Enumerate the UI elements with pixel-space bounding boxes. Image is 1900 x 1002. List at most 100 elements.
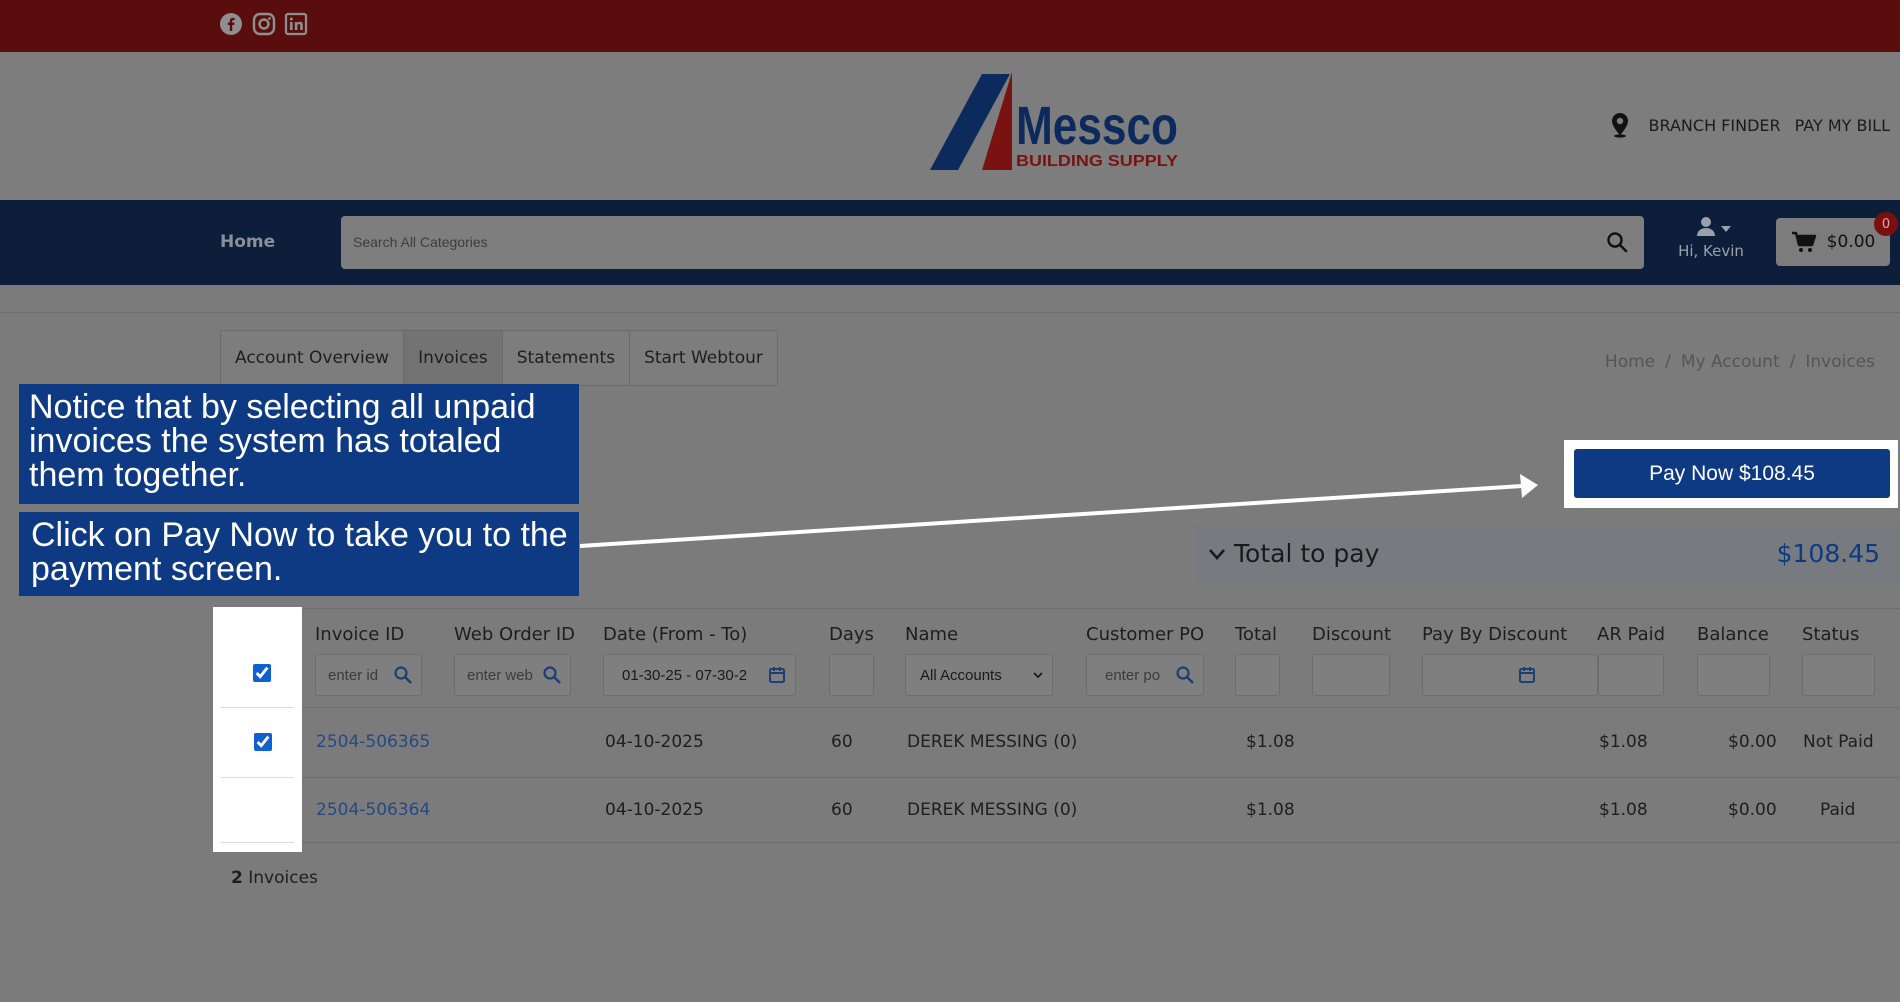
select-all-checkbox[interactable] — [253, 664, 271, 682]
tutorial-callout: Notice that by selecting all unpaid invo… — [19, 384, 579, 504]
search-bar — [341, 216, 1644, 269]
cart-icon — [1791, 231, 1816, 252]
user-greeting: Hi, Kevin — [1678, 242, 1744, 260]
name-filter[interactable]: All Accounts — [905, 654, 1053, 696]
checkbox-divider — [221, 777, 294, 778]
cart-total: $0.00 — [1826, 232, 1876, 252]
col-date-range: Date (From - To) — [603, 624, 748, 645]
content-divider — [0, 312, 1900, 313]
col-days: Days — [829, 624, 874, 645]
invoice-date: 04-10-2025 — [605, 732, 704, 752]
calendar-icon[interactable] — [767, 665, 787, 685]
balance-filter[interactable] — [1697, 654, 1770, 696]
web-order-filter — [454, 654, 571, 696]
facebook-icon[interactable] — [219, 12, 243, 36]
invoice-count-number: 2 — [231, 868, 243, 888]
social-bar — [0, 0, 1900, 52]
account-select[interactable]: All Accounts — [906, 655, 1052, 695]
total-label: Total to pay — [1234, 539, 1380, 568]
breadcrumb-separator: / — [1789, 352, 1796, 372]
search-icon[interactable] — [542, 665, 562, 685]
user-menu[interactable]: Hi, Kevin — [1672, 214, 1750, 270]
linkedin-icon[interactable] — [284, 12, 308, 36]
search-input[interactable] — [353, 230, 1553, 254]
cart-button[interactable]: $0.00 — [1776, 218, 1890, 266]
nav-home-link[interactable]: Home — [220, 232, 275, 252]
tab-account-overview[interactable]: Account Overview — [221, 331, 405, 385]
row-checkbox[interactable] — [254, 733, 272, 751]
invoice-balance: $0.00 — [1728, 732, 1777, 752]
cart-count-badge: 0 — [1874, 212, 1898, 236]
invoice-ar-paid: $1.08 — [1599, 800, 1648, 820]
row-divider — [220, 707, 1900, 708]
col-invoice-id: Invoice ID — [315, 624, 405, 645]
invoice-ar-paid: $1.08 — [1599, 732, 1648, 752]
tab-statements[interactable]: Statements — [503, 331, 631, 385]
invoice-balance: $0.00 — [1728, 800, 1777, 820]
tutorial-callout: Click on Pay Now to take you to the paym… — [19, 512, 579, 596]
messco-logo[interactable]: Messco BUILDING SUPPLY — [930, 66, 1182, 176]
breadcrumb-my-account[interactable]: My Account — [1681, 352, 1780, 372]
col-total: Total — [1235, 624, 1278, 645]
col-pay-by-discount: Pay By Discount — [1422, 624, 1568, 645]
col-web-order-id: Web Order ID — [454, 624, 576, 645]
breadcrumb-home[interactable]: Home — [1605, 352, 1655, 372]
calendar-icon[interactable] — [1517, 665, 1537, 685]
breadcrumb-separator: / — [1665, 352, 1671, 372]
invoice-count: 2 Invoices — [231, 868, 318, 888]
pay-now-button[interactable]: Pay Now $108.45 — [1574, 449, 1890, 498]
total-to-pay-bar[interactable]: Total to pay $108.45 — [1194, 525, 1900, 585]
col-ar-paid: AR Paid — [1597, 624, 1666, 645]
invoice-status: Not Paid — [1803, 732, 1874, 752]
row-divider — [220, 842, 1900, 843]
invoice-date: 04-10-2025 — [605, 800, 704, 820]
account-tabs: Account Overview Invoices Statements Sta… — [220, 330, 778, 386]
invoice-days: 60 — [831, 732, 853, 752]
table-top-border — [220, 608, 1900, 609]
invoice-status: Paid — [1820, 800, 1856, 820]
instagram-icon[interactable] — [252, 12, 276, 36]
days-filter[interactable] — [829, 654, 874, 696]
invoice-days: 60 — [831, 800, 853, 820]
checkbox-divider — [221, 842, 294, 843]
chevron-down-icon — [1209, 549, 1225, 560]
logo-tagline: BUILDING SUPPLY — [1016, 153, 1178, 170]
col-name: Name — [905, 624, 959, 645]
invoice-link[interactable]: 2504-506365 — [316, 732, 430, 752]
invoice-name: DEREK MESSING (0) — [907, 800, 1078, 820]
invoice-name: DEREK MESSING (0) — [907, 732, 1078, 752]
col-balance: Balance — [1697, 624, 1769, 645]
invoice-id-filter — [315, 654, 422, 696]
col-status: Status — [1802, 624, 1860, 645]
date-range-filter[interactable] — [603, 654, 796, 696]
invoice-total: $1.08 — [1246, 732, 1295, 752]
header-links: BRANCH FINDER PAY MY BILL — [1609, 112, 1890, 138]
checkbox-column-highlight — [213, 607, 302, 852]
tab-start-webtour[interactable]: Start Webtour — [630, 331, 777, 385]
breadcrumb: Home / My Account / Invoices — [1605, 352, 1875, 372]
row-divider — [220, 777, 1900, 778]
breadcrumb-current: Invoices — [1805, 352, 1875, 372]
discount-filter[interactable] — [1312, 654, 1390, 696]
pay-my-bill-link[interactable]: PAY MY BILL — [1795, 116, 1890, 135]
total-filter[interactable] — [1235, 654, 1280, 696]
location-pin-icon — [1611, 113, 1628, 138]
invoice-count-label: Invoices — [248, 868, 318, 888]
invoice-link[interactable]: 2504-506364 — [316, 800, 430, 820]
checkbox-divider — [221, 707, 294, 708]
ar-paid-filter[interactable] — [1598, 654, 1664, 696]
invoice-total: $1.08 — [1246, 800, 1295, 820]
col-customer-po: Customer PO — [1086, 624, 1205, 645]
search-icon[interactable] — [1606, 231, 1628, 253]
tab-invoices[interactable]: Invoices — [404, 331, 503, 385]
search-icon[interactable] — [393, 665, 413, 685]
chevron-down-icon — [1033, 672, 1043, 679]
logo-wordmark: Messco — [1016, 96, 1178, 156]
customer-po-filter — [1086, 654, 1204, 696]
search-icon[interactable] — [1175, 665, 1195, 685]
pay-now-highlight: Pay Now $108.45 — [1564, 440, 1898, 508]
status-filter[interactable] — [1802, 654, 1875, 696]
pay-by-discount-filter[interactable] — [1422, 654, 1598, 696]
col-discount: Discount — [1312, 624, 1392, 645]
branch-finder-link[interactable]: BRANCH FINDER — [1649, 116, 1781, 135]
